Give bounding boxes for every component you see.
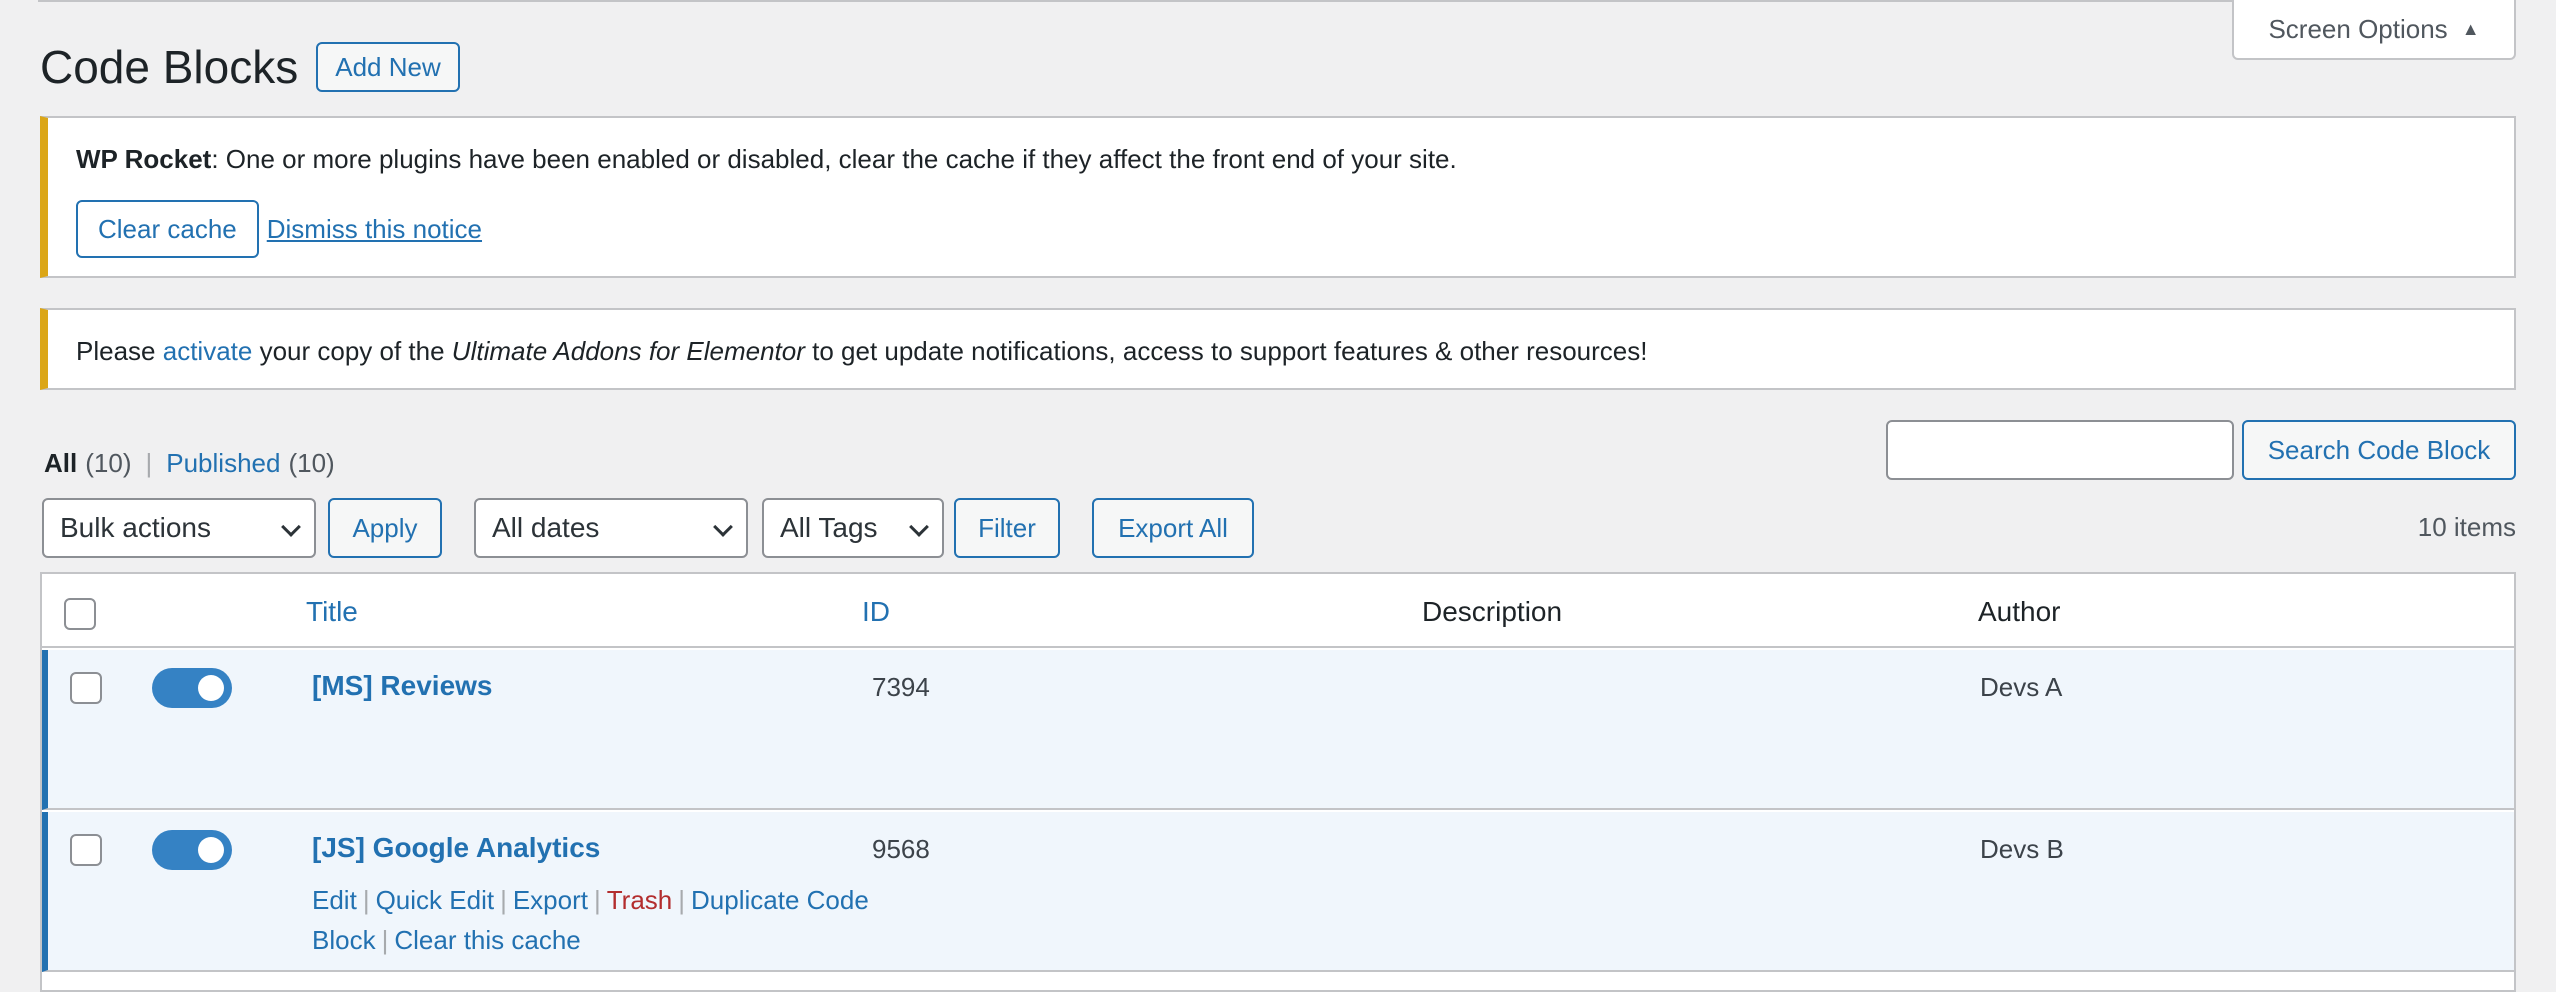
wp-rocket-notice: WP Rocket: One or more plugins have been… — [40, 116, 2516, 278]
filter-button[interactable]: Filter — [954, 498, 1060, 558]
dates-filter-value: All dates — [492, 512, 600, 543]
top-divider — [38, 0, 2516, 2]
active-toggle[interactable] — [152, 668, 232, 708]
bulk-actions-select[interactable]: Bulk actions — [42, 498, 316, 558]
uae-message: Please activate your copy of the Ultimat… — [76, 336, 1647, 367]
select-all-checkbox[interactable] — [64, 598, 96, 630]
dates-filter-select[interactable]: All dates — [474, 498, 748, 558]
wp-rocket-message: WP Rocket: One or more plugins have been… — [76, 144, 1457, 175]
status-views: All (10) | Published (10) — [44, 448, 335, 479]
caret-up-icon: ▲ — [2461, 18, 2480, 39]
uae-suffix: to get update notifications, access to s… — [804, 336, 1648, 366]
uae-product-name: Ultimate Addons for Elementor — [451, 336, 805, 366]
search-button[interactable]: Search Code Block — [2242, 420, 2516, 480]
apply-button[interactable]: Apply — [328, 498, 442, 558]
row-author: Devs B — [1980, 834, 2064, 864]
clear-cache-link[interactable]: Clear this cache — [394, 925, 580, 955]
table-header: Title ID Description Author — [42, 574, 2514, 648]
tags-filter-select[interactable]: All Tags — [762, 498, 944, 558]
export-all-button[interactable]: Export All — [1092, 498, 1254, 558]
clear-cache-button[interactable]: Clear cache — [76, 200, 259, 258]
column-description: Description — [1422, 596, 1563, 627]
chevron-down-icon — [713, 517, 733, 537]
column-id[interactable]: ID — [862, 596, 890, 628]
screen-options-label: Screen Options — [2268, 13, 2448, 44]
view-all-count: (10) — [85, 448, 132, 478]
column-title[interactable]: Title — [306, 596, 358, 628]
table-row: [MS] Reviews 7394 Devs A — [42, 650, 2514, 810]
quick-edit-link[interactable]: Quick Edit — [376, 885, 495, 915]
uae-activation-notice: Please activate your copy of the Ultimat… — [40, 308, 2516, 390]
search-input[interactable] — [1886, 420, 2234, 480]
uae-middle: your copy of the — [252, 336, 452, 366]
view-all[interactable]: All — [44, 448, 77, 479]
export-link[interactable]: Export — [513, 885, 588, 915]
items-count: 10 items — [2417, 512, 2516, 542]
row-author: Devs A — [1980, 672, 2063, 702]
row-id: 7394 — [872, 672, 930, 702]
row-checkbox[interactable] — [70, 672, 102, 704]
dismiss-notice-link[interactable]: Dismiss this notice — [267, 214, 482, 245]
active-toggle[interactable] — [152, 830, 232, 870]
row-title-link[interactable]: [JS] Google Analytics — [312, 832, 600, 864]
row-checkbox[interactable] — [70, 834, 102, 866]
wp-rocket-brand: WP Rocket — [76, 144, 212, 174]
wp-rocket-actions: Clear cache Dismiss this notice — [76, 200, 482, 258]
chevron-down-icon — [281, 517, 301, 537]
column-author: Author — [1978, 596, 2061, 627]
view-published[interactable]: Published — [166, 448, 280, 479]
page-header: Code Blocks Add New — [40, 40, 460, 94]
trash-link[interactable]: Trash — [607, 885, 673, 915]
uae-prefix: Please — [76, 336, 163, 366]
tags-filter-value: All Tags — [780, 512, 878, 543]
view-separator: | — [145, 448, 153, 478]
edit-link[interactable]: Edit — [312, 885, 357, 915]
table-row: [JS] Google Analytics 9568 Devs B Edit | Q… — [42, 812, 2514, 972]
view-published-count: (10) — [288, 448, 335, 478]
row-title-link[interactable]: [MS] Reviews — [312, 670, 493, 702]
screen-options-button[interactable]: Screen Options ▲ — [2232, 0, 2516, 60]
bulk-actions-value: Bulk actions — [60, 512, 211, 543]
wp-rocket-message-text: : One or more plugins have been enabled … — [211, 144, 1457, 174]
add-new-button[interactable]: Add New — [316, 42, 460, 92]
row-id: 9568 — [872, 834, 930, 864]
activate-link[interactable]: activate — [163, 336, 253, 366]
chevron-down-icon — [909, 517, 929, 537]
page-title: Code Blocks — [40, 41, 299, 93]
row-actions: Edit | Quick Edit | Export | Trash | Duplicate C… — [312, 885, 869, 955]
code-blocks-table: Title ID Description Author [MS] Reviews… — [40, 572, 2516, 992]
